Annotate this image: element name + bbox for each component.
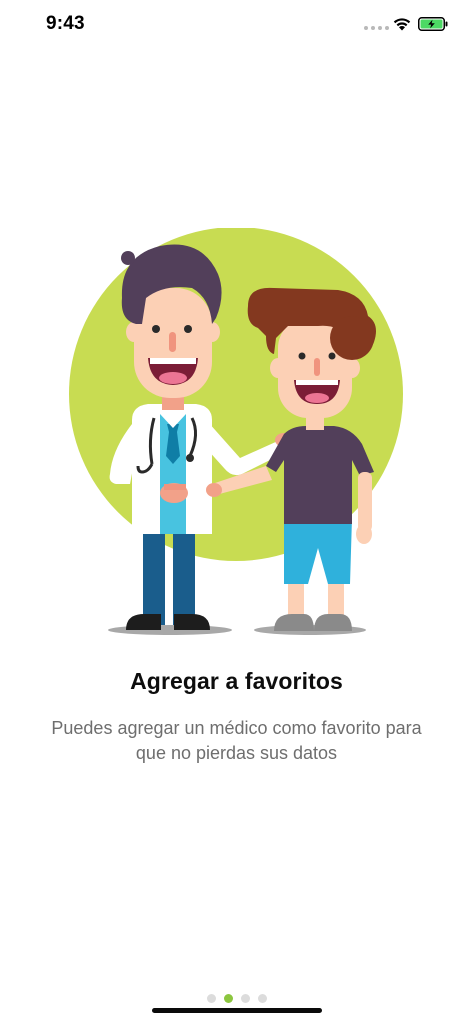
wifi-icon <box>393 18 411 31</box>
page-dot-3[interactable] <box>240 994 250 1003</box>
background-circle <box>69 228 403 561</box>
page-dot-2-active[interactable] <box>223 994 233 1003</box>
onboarding-title: Agregar a favoritos <box>130 668 343 694</box>
status-time: 9:43 <box>46 13 85 34</box>
battery-charging-icon <box>418 17 448 31</box>
status-bar: 9:43 <box>0 0 473 52</box>
doctor-patient-illustration <box>69 228 403 635</box>
home-indicator[interactable] <box>152 1008 322 1013</box>
page-indicator[interactable] <box>0 994 473 1003</box>
signal-dots-icon <box>364 26 389 30</box>
page-dot-1[interactable] <box>206 994 216 1003</box>
onboarding-description: Puedes agregar un médico como favorito p… <box>51 718 422 763</box>
page-dot-4[interactable] <box>257 994 267 1003</box>
